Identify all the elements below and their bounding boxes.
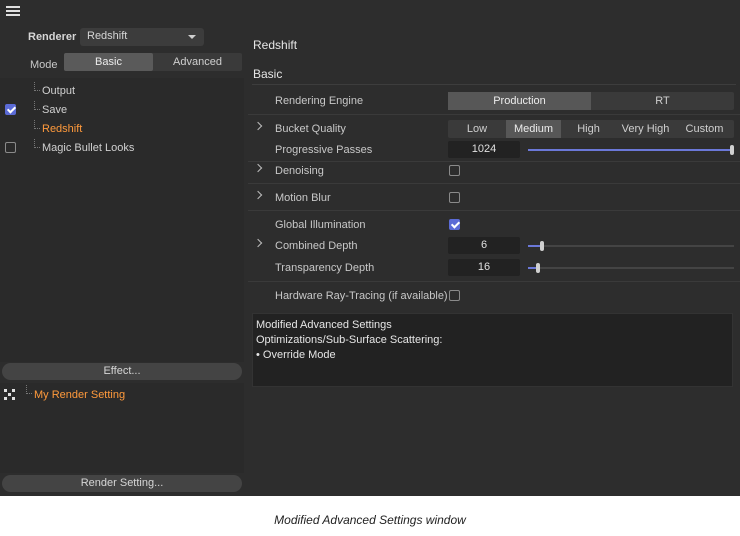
bucket-quality-segmented-control: Low Medium High Very High Custom bbox=[448, 120, 734, 138]
tree-connector bbox=[34, 82, 40, 91]
bucket-quality-row: Bucket Quality Low Medium High Very High… bbox=[248, 119, 740, 139]
tree-item-label: Save bbox=[42, 104, 68, 116]
denoising-row: Denoising bbox=[248, 161, 740, 184]
divider bbox=[248, 281, 740, 282]
rendering-engine-option-rt[interactable]: RT bbox=[591, 92, 734, 110]
global-illumination-row: Global Illumination bbox=[248, 215, 740, 235]
motion-blur-row: Motion Blur bbox=[248, 188, 740, 211]
rendering-engine-segmented-control: Production RT bbox=[448, 92, 734, 110]
bucket-quality-option-low[interactable]: Low bbox=[448, 120, 506, 138]
tree-item-output[interactable]: Output bbox=[0, 82, 244, 100]
progressive-passes-input[interactable]: 1024 bbox=[448, 141, 520, 158]
effect-button[interactable]: Effect... bbox=[2, 363, 242, 380]
divider bbox=[248, 114, 740, 115]
tree-item-redshift[interactable]: Redshift bbox=[0, 120, 244, 138]
slider-handle[interactable] bbox=[540, 241, 544, 251]
hamburger-menu-icon[interactable] bbox=[6, 6, 20, 17]
tree-connector bbox=[34, 120, 40, 129]
denoising-label: Denoising bbox=[275, 165, 324, 177]
bucket-quality-option-custom[interactable]: Custom bbox=[675, 120, 734, 138]
renderer-dropdown[interactable]: Redshift bbox=[80, 28, 204, 46]
rendering-engine-row: Rendering Engine Production RT bbox=[248, 91, 740, 115]
panel-title: Redshift bbox=[253, 38, 298, 52]
divider bbox=[248, 210, 740, 211]
tree-item-save[interactable]: Save bbox=[0, 101, 244, 119]
hardware-ray-tracing-checkbox[interactable] bbox=[449, 290, 460, 301]
save-checkbox[interactable] bbox=[5, 104, 16, 115]
transparency-depth-label: Transparency Depth bbox=[275, 262, 375, 274]
modified-settings-info-box: Modified Advanced Settings Optimizations… bbox=[252, 313, 733, 387]
chevron-right-icon[interactable] bbox=[253, 238, 263, 248]
render-setting-item[interactable]: My Render Setting bbox=[34, 389, 125, 401]
renderer-label: Renderer bbox=[28, 31, 77, 43]
chevron-right-icon[interactable] bbox=[253, 190, 263, 200]
chevron-right-icon[interactable] bbox=[253, 163, 263, 173]
bucket-quality-label: Bucket Quality bbox=[275, 123, 346, 135]
chevron-right-icon[interactable] bbox=[253, 121, 263, 131]
chevron-down-icon bbox=[188, 35, 196, 39]
mode-tab-basic[interactable]: Basic bbox=[64, 53, 153, 71]
denoising-checkbox[interactable] bbox=[449, 165, 460, 176]
progressive-passes-slider[interactable] bbox=[528, 145, 734, 155]
tree-item-label: Output bbox=[42, 85, 76, 97]
render-settings-list: My Render Setting bbox=[0, 383, 244, 473]
combined-depth-label: Combined Depth bbox=[275, 240, 358, 252]
tree-item-label: Magic Bullet Looks bbox=[42, 142, 135, 154]
tree-item-label: Redshift bbox=[42, 123, 83, 135]
hardware-ray-tracing-label: Hardware Ray-Tracing (if available) bbox=[275, 290, 448, 302]
slider-fill bbox=[528, 149, 734, 151]
transparency-depth-input[interactable]: 16 bbox=[448, 259, 520, 276]
render-setting-icon bbox=[4, 389, 15, 400]
left-panel: Renderer Redshift Mode Basic Advanced Ou… bbox=[0, 0, 244, 496]
render-setting-button[interactable]: Render Setting... bbox=[2, 475, 242, 492]
slider-handle[interactable] bbox=[536, 263, 540, 273]
redshift-settings-panel: Redshift Basic Rendering Engine Producti… bbox=[248, 0, 740, 496]
transparency-depth-row: Transparency Depth 16 bbox=[248, 258, 740, 282]
bucket-quality-option-medium[interactable]: Medium bbox=[506, 120, 561, 138]
transparency-depth-slider[interactable] bbox=[528, 263, 734, 273]
progressive-passes-row: Progressive Passes 1024 bbox=[248, 140, 740, 162]
tree-connector bbox=[26, 385, 32, 394]
renderer-dropdown-value: Redshift bbox=[87, 30, 128, 42]
motion-blur-label: Motion Blur bbox=[275, 192, 331, 204]
figure-caption: Modified Advanced Settings window bbox=[274, 513, 466, 527]
global-illumination-label: Global Illumination bbox=[275, 219, 366, 231]
render-settings-window: Renderer Redshift Mode Basic Advanced Ou… bbox=[0, 0, 740, 496]
mode-tab-advanced[interactable]: Advanced bbox=[153, 53, 242, 71]
tree-connector bbox=[34, 139, 40, 148]
combined-depth-row: Combined Depth 6 bbox=[248, 236, 740, 256]
mode-segmented-control: Basic Advanced bbox=[64, 53, 242, 71]
mode-label: Mode bbox=[30, 59, 58, 71]
tree-item-magic-bullet-looks[interactable]: Magic Bullet Looks bbox=[0, 139, 244, 157]
rendering-engine-label: Rendering Engine bbox=[275, 95, 364, 107]
section-title: Basic bbox=[253, 67, 283, 81]
rendering-engine-option-production[interactable]: Production bbox=[448, 92, 591, 110]
bucket-quality-option-very-high[interactable]: Very High bbox=[616, 120, 675, 138]
info-line: Modified Advanced Settings bbox=[256, 319, 392, 331]
slider-handle[interactable] bbox=[730, 145, 734, 155]
combined-depth-input[interactable]: 6 bbox=[448, 237, 520, 254]
progressive-passes-label: Progressive Passes bbox=[275, 144, 373, 156]
divider bbox=[248, 183, 740, 184]
info-line: • Override Mode bbox=[256, 349, 336, 361]
global-illumination-checkbox[interactable] bbox=[449, 219, 460, 230]
combined-depth-slider[interactable] bbox=[528, 241, 734, 251]
hardware-ray-tracing-row: Hardware Ray-Tracing (if available) bbox=[248, 286, 740, 306]
motion-blur-checkbox[interactable] bbox=[449, 192, 460, 203]
bucket-quality-option-high[interactable]: High bbox=[561, 120, 616, 138]
divider bbox=[252, 84, 736, 85]
magic-bullet-looks-checkbox[interactable] bbox=[5, 142, 16, 153]
info-line: Optimizations/Sub-Surface Scattering: bbox=[256, 334, 443, 346]
effects-tree: Output Save Redshift Magic Bullet Looks bbox=[0, 78, 244, 362]
tree-connector bbox=[34, 101, 40, 110]
